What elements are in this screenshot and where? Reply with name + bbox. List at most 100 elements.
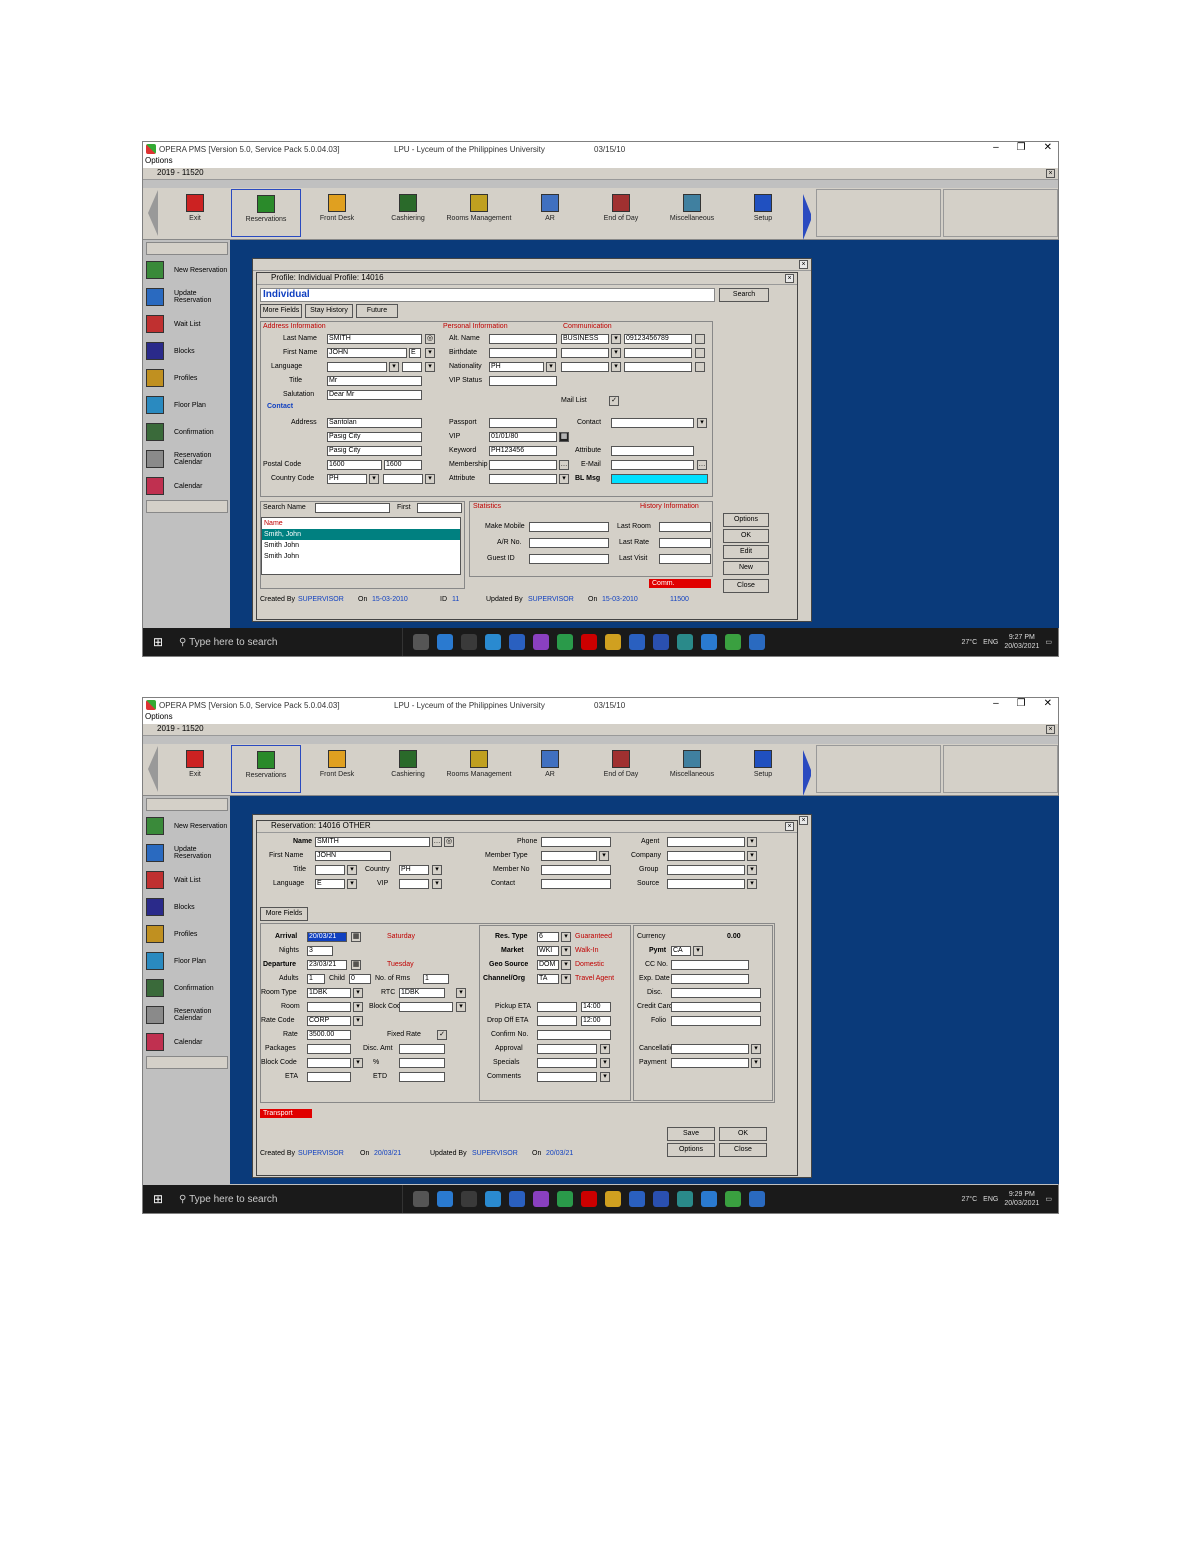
- ok-button[interactable]: OK: [723, 529, 769, 543]
- module-close-icon[interactable]: ×: [1046, 725, 1055, 734]
- block-code-dropdown-icon[interactable]: ▾: [353, 1058, 363, 1068]
- sidebar-item-blocks[interactable]: Blocks: [146, 338, 228, 364]
- market-dropdown-icon[interactable]: ▾: [561, 946, 571, 956]
- transport-bar[interactable]: Transport: [260, 1109, 312, 1118]
- notification-icon[interactable]: ▭: [1045, 638, 1052, 646]
- bl-msg-input[interactable]: [611, 474, 708, 484]
- comm-type-1-dropdown-icon[interactable]: ▾: [611, 334, 621, 344]
- store-icon[interactable]: [461, 1191, 477, 1207]
- maximize-button[interactable]: ❐: [1017, 142, 1026, 153]
- attribute-dropdown-icon[interactable]: ▾: [559, 474, 569, 484]
- history-field-2[interactable]: [659, 538, 711, 548]
- close-window-button[interactable]: ✕: [1044, 142, 1052, 153]
- toolbar-cashiering-button[interactable]: Cashiering: [373, 189, 443, 237]
- taskbar-search[interactable]: ⚲ Type here to search: [173, 628, 403, 656]
- search-name-input[interactable]: [315, 503, 390, 513]
- country-code-dropdown-icon[interactable]: ▾: [369, 474, 379, 484]
- calendar-icon[interactable]: ▦: [559, 432, 569, 442]
- passport-input[interactable]: [489, 418, 557, 428]
- member-no-input[interactable]: [541, 865, 611, 875]
- dropbox-icon[interactable]: [629, 1191, 645, 1207]
- profile-search-list[interactable]: Name Smith, John Smith John Smith John: [261, 517, 461, 575]
- block-input[interactable]: [399, 1002, 453, 1012]
- maximize-button[interactable]: ❐: [1017, 698, 1026, 709]
- departure-calendar-icon[interactable]: ▦: [351, 960, 361, 970]
- help-icon[interactable]: [749, 634, 765, 650]
- netflix-icon[interactable]: [581, 634, 597, 650]
- language-field[interactable]: [327, 362, 387, 372]
- vip-status-input[interactable]: [489, 376, 557, 386]
- disc-input[interactable]: [671, 988, 761, 998]
- geo-source-dropdown-icon[interactable]: ▾: [561, 960, 571, 970]
- first-name-input[interactable]: JOHN: [327, 348, 407, 358]
- tab-stay-history[interactable]: Stay History: [305, 304, 353, 318]
- cancellation-dropdown-icon[interactable]: ▾: [751, 1044, 761, 1054]
- country-code-input[interactable]: PH: [327, 474, 367, 484]
- mail-icon[interactable]: [509, 634, 525, 650]
- save-button[interactable]: Save: [667, 1127, 715, 1141]
- group-dropdown-icon[interactable]: ▾: [747, 865, 757, 875]
- member-type-dropdown-icon[interactable]: ▾: [599, 851, 609, 861]
- approval-dropdown-icon[interactable]: ▾: [600, 1044, 610, 1054]
- outer-dialog-close-icon[interactable]: ×: [799, 816, 808, 825]
- start-icon[interactable]: ⊞: [143, 1192, 173, 1206]
- messenger-icon[interactable]: [533, 634, 549, 650]
- phone-input[interactable]: [541, 837, 611, 847]
- options-button[interactable]: Options: [723, 513, 769, 527]
- toolbar-end-of-day-button[interactable]: End of Day: [586, 189, 656, 237]
- block-dropdown-icon[interactable]: ▾: [456, 1002, 466, 1012]
- language-input[interactable]: E: [409, 348, 421, 358]
- phone-lookup-icon[interactable]: [695, 334, 705, 344]
- confirm-no-input[interactable]: [537, 1030, 611, 1040]
- word-icon[interactable]: [653, 1191, 669, 1207]
- child-input[interactable]: 0: [349, 974, 371, 984]
- toolbar-scroll-left-icon[interactable]: [148, 746, 158, 792]
- stats-field-1[interactable]: [529, 522, 609, 532]
- first-name-input[interactable]: JOHN: [315, 851, 391, 861]
- sidebar-item-profiles[interactable]: Profiles: [146, 365, 228, 391]
- chrome-icon[interactable]: [725, 634, 741, 650]
- block-code-input[interactable]: [307, 1058, 351, 1068]
- shield-icon[interactable]: [485, 634, 501, 650]
- pymt-dropdown-icon[interactable]: ▾: [693, 946, 703, 956]
- toolbar-front-desk-button[interactable]: Front Desk: [302, 189, 372, 237]
- rate-code-dropdown-icon[interactable]: ▾: [353, 1016, 363, 1026]
- contact-dropdown-icon[interactable]: ▾: [697, 418, 707, 428]
- comm-bar[interactable]: Comm.: [649, 579, 711, 588]
- address-line2-input[interactable]: Pasig City: [327, 432, 422, 442]
- alt-name-input[interactable]: [489, 334, 557, 344]
- fixed-rate-checkbox[interactable]: ✓: [437, 1030, 447, 1040]
- comm-value-3[interactable]: [624, 362, 692, 372]
- stats-field-2[interactable]: [529, 538, 609, 548]
- sidebar-item-floor-plan[interactable]: Floor Plan: [146, 948, 228, 974]
- language-dropdown-icon[interactable]: ▾: [347, 879, 357, 889]
- close-window-button[interactable]: ✕: [1044, 698, 1052, 709]
- agent-dropdown-icon[interactable]: ▾: [747, 837, 757, 847]
- etd-input[interactable]: [399, 1072, 445, 1082]
- taskbar-search[interactable]: ⚲ Type here to search: [173, 1185, 403, 1213]
- keyword-input[interactable]: PH123456: [489, 446, 557, 456]
- notification-icon[interactable]: ▭: [1045, 1195, 1052, 1203]
- toolbar-rooms-button[interactable]: Rooms Management: [444, 745, 514, 793]
- room-dropdown-icon[interactable]: ▾: [353, 1002, 363, 1012]
- netflix-icon[interactable]: [581, 1191, 597, 1207]
- word-icon[interactable]: [653, 634, 669, 650]
- vip-dropdown-icon[interactable]: ▾: [432, 879, 442, 889]
- new-button[interactable]: New: [723, 561, 769, 575]
- cc-no-input[interactable]: [671, 960, 749, 970]
- language-extra-field[interactable]: [402, 362, 422, 372]
- outer-dialog-close-icon[interactable]: ×: [799, 260, 808, 269]
- options-button[interactable]: Options: [667, 1143, 715, 1157]
- country-input[interactable]: PH: [399, 865, 429, 875]
- country-dropdown-icon[interactable]: ▾: [432, 865, 442, 875]
- res-type-input[interactable]: 6: [537, 932, 559, 942]
- toolbar-reservations-button[interactable]: Reservations: [231, 745, 301, 793]
- address-line3-input[interactable]: Pasig City: [327, 446, 422, 456]
- departure-input[interactable]: 23/03/21: [307, 960, 347, 970]
- minimize-button[interactable]: –: [993, 142, 999, 153]
- comm-type-2-dropdown-icon[interactable]: ▾: [611, 348, 621, 358]
- module-close-icon[interactable]: ×: [1046, 169, 1055, 178]
- comm-value-2-icon[interactable]: [695, 348, 705, 358]
- tab-more-fields[interactable]: More Fields: [260, 907, 308, 921]
- search-button[interactable]: Search: [719, 288, 769, 302]
